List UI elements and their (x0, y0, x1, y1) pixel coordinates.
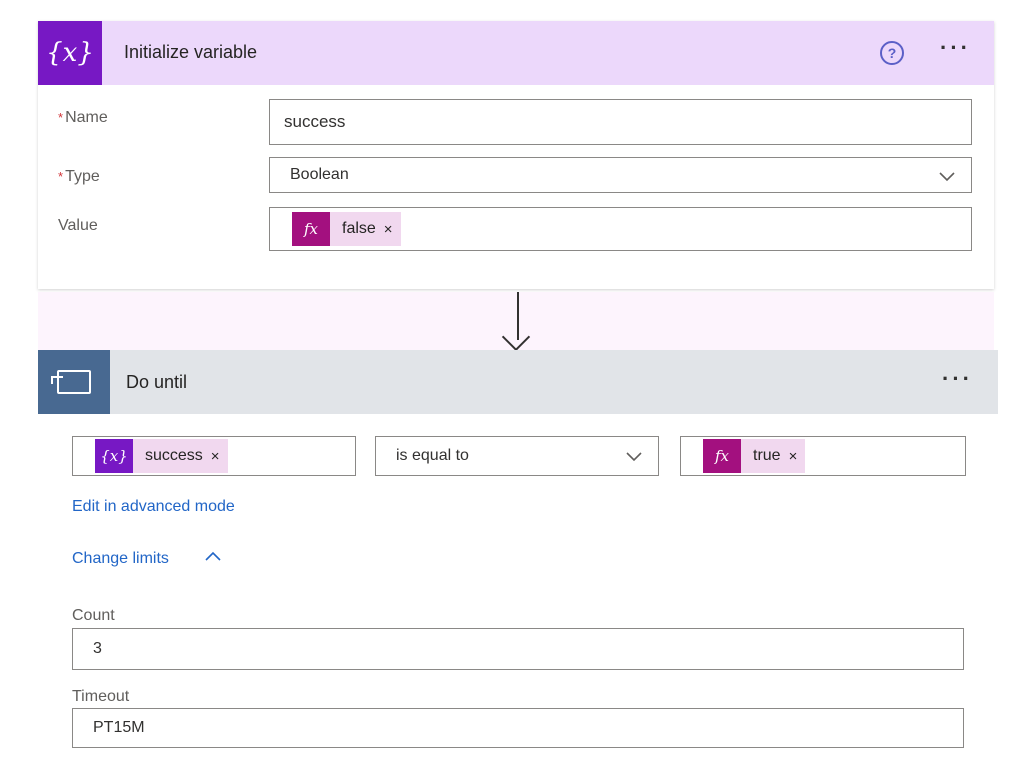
remove-token-icon[interactable]: × (789, 448, 806, 465)
timeout-label: Timeout (72, 688, 130, 705)
help-circle-icon[interactable]: ? (880, 41, 904, 65)
required-marker: * (58, 110, 64, 125)
required-marker: * (58, 169, 64, 184)
fx-icon: fx (703, 439, 741, 473)
type-select-value: Boolean (290, 166, 349, 183)
initialize-variable-title: Initialize variable (124, 42, 258, 62)
fx-icon: fx (292, 212, 330, 246)
operator-value: is equal to (396, 447, 469, 464)
do-until-header[interactable]: Do until ··· (38, 350, 998, 414)
variable-icon: {x} (38, 21, 102, 85)
remove-token-icon[interactable]: × (211, 448, 228, 465)
count-value: 3 (93, 640, 102, 657)
remove-token-icon[interactable]: × (384, 221, 401, 238)
name-label-text: Name (65, 109, 108, 126)
loop-glyph (51, 370, 91, 394)
token-text: success (145, 447, 203, 464)
initialize-variable-header[interactable]: {x} Initialize variable ? ··· (38, 21, 994, 85)
condition-left-operand[interactable]: {x} success × (72, 436, 356, 476)
name-label: * Name (58, 109, 108, 127)
name-input-value: success (284, 112, 346, 131)
expression-token[interactable]: fx false × (292, 212, 401, 246)
name-input[interactable]: success (269, 99, 972, 145)
more-options-icon[interactable]: ··· (942, 366, 973, 392)
value-label: Value (58, 217, 98, 234)
chevron-down-icon[interactable] (937, 166, 957, 186)
timeout-value: PT15M (93, 719, 145, 736)
type-label-text: Type (65, 168, 100, 185)
count-label: Count (72, 607, 115, 624)
more-options-icon[interactable]: ··· (940, 35, 971, 61)
condition-right-operand[interactable]: fx true × (680, 436, 966, 476)
change-limits-link[interactable]: Change limits (72, 550, 169, 568)
do-until-card: Do until ··· {x} success × is equal to f… (38, 350, 998, 768)
variable-icon: {x} (95, 439, 133, 473)
chevron-down-icon[interactable] (624, 446, 644, 466)
count-input[interactable]: 3 (72, 628, 964, 670)
initialize-variable-card: {x} Initialize variable ? ··· * Name succ… (38, 21, 994, 289)
value-input[interactable]: fx false × (269, 207, 972, 251)
token-text: true (753, 447, 781, 464)
chevron-up-icon[interactable] (202, 546, 224, 568)
type-select[interactable]: Boolean (269, 157, 972, 193)
do-until-title: Do until (126, 372, 188, 392)
do-until-loop-icon (38, 350, 110, 414)
edit-advanced-mode-link[interactable]: Edit in advanced mode (72, 498, 235, 516)
timeout-input[interactable]: PT15M (72, 708, 964, 748)
expression-token[interactable]: fx true × (703, 439, 806, 473)
type-label: * Type (58, 168, 100, 186)
condition-operator-select[interactable]: is equal to (375, 436, 659, 476)
variable-token[interactable]: {x} success × (95, 439, 228, 473)
token-text: false (342, 220, 376, 237)
